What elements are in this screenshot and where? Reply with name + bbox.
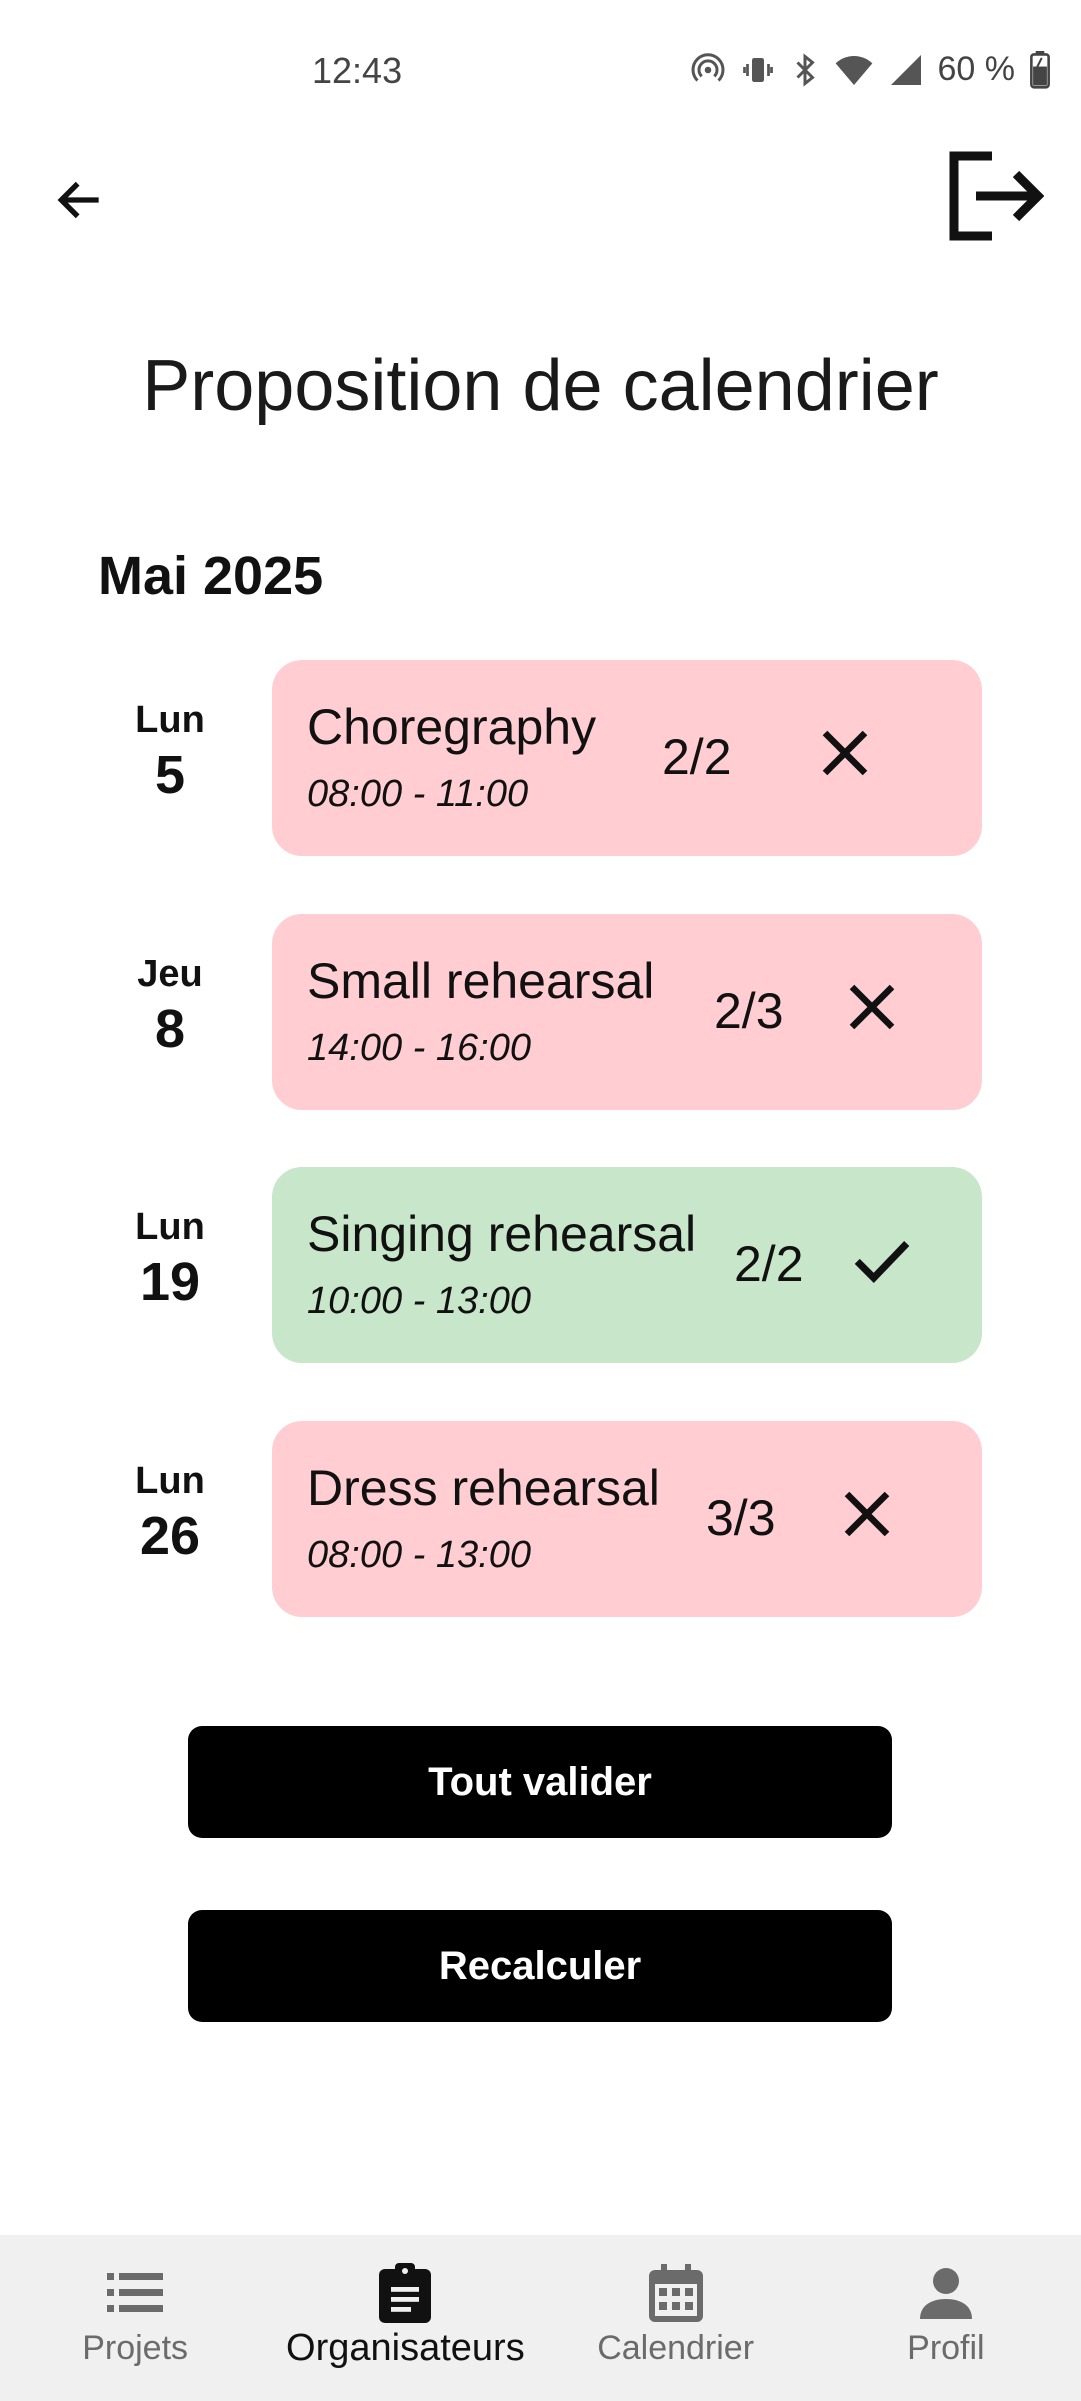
event-time: 08:00 - 11:00 xyxy=(307,773,529,815)
nav-item-organisateurs[interactable]: Organisateurs xyxy=(270,2235,540,2401)
day-name: Lun xyxy=(135,1460,205,1502)
back-button[interactable] xyxy=(40,162,120,242)
arrow-left-icon xyxy=(52,172,108,233)
event-date: Jeu 8 xyxy=(100,952,240,1062)
accept-button[interactable] xyxy=(847,1227,917,1297)
day-name: Lun xyxy=(135,1206,205,1248)
day-number: 8 xyxy=(154,999,186,1059)
reject-button[interactable] xyxy=(810,720,880,790)
event-name: Dress rehearsal xyxy=(307,1460,660,1516)
nav-item-calendrier[interactable]: Calendrier xyxy=(541,2235,811,2401)
day-number: 19 xyxy=(139,1252,201,1312)
event-date: Lun 19 xyxy=(100,1205,240,1315)
validate-all-button[interactable]: Tout valider xyxy=(188,1726,892,1838)
nav-label: Projets xyxy=(82,2329,189,2367)
event-row: Lun 26 Dress rehearsal 08:00 - 13:00 3/3 xyxy=(0,1421,1081,1617)
status-bar: 12:43 60 % xyxy=(0,0,1081,140)
screen: 12:43 60 % Proposition de calendrier Mai… xyxy=(0,0,1081,2401)
logout-button[interactable] xyxy=(941,148,1051,248)
clipboard-icon xyxy=(379,2263,432,2323)
day-name: Jeu xyxy=(137,953,203,995)
close-icon xyxy=(842,977,902,1042)
event-card[interactable]: Singing rehearsal 10:00 - 13:00 2/2 xyxy=(272,1167,982,1363)
signal-icon xyxy=(888,52,924,88)
nav-label: Profil xyxy=(907,2329,985,2367)
top-bar xyxy=(0,140,1081,250)
close-icon xyxy=(837,1484,897,1549)
calendar-icon xyxy=(648,2263,703,2323)
close-icon xyxy=(815,723,875,788)
event-count: 2/3 xyxy=(714,983,784,1039)
battery-icon xyxy=(1029,50,1051,89)
event-count: 2/2 xyxy=(662,729,732,785)
reject-button[interactable] xyxy=(832,1481,902,1551)
hotspot-icon xyxy=(690,52,726,88)
event-row: Lun 19 Singing rehearsal 10:00 - 13:00 2… xyxy=(0,1167,1081,1363)
month-label: Mai 2025 xyxy=(98,546,324,606)
event-card[interactable]: Dress rehearsal 08:00 - 13:00 3/3 xyxy=(272,1421,982,1617)
event-name: Choregraphy xyxy=(307,699,597,755)
battery-label: 60 % xyxy=(937,50,1016,88)
status-icons: 60 % xyxy=(690,50,1052,89)
person-icon xyxy=(919,2263,972,2323)
nav-item-projets[interactable]: Projets xyxy=(0,2235,270,2401)
event-row: Jeu 8 Small rehearsal 14:00 - 16:00 2/3 xyxy=(0,914,1081,1110)
event-name: Singing rehearsal xyxy=(307,1206,697,1262)
event-time: 14:00 - 16:00 xyxy=(307,1027,531,1069)
event-date: Lun 26 xyxy=(100,1459,240,1569)
day-number: 5 xyxy=(154,745,186,805)
logout-icon xyxy=(948,150,1045,247)
day-number: 26 xyxy=(139,1506,201,1566)
nav-label: Calendrier xyxy=(597,2329,755,2367)
wifi-icon xyxy=(834,52,874,88)
day-name: Lun xyxy=(135,699,205,741)
event-card[interactable]: Choregraphy 08:00 - 11:00 2/2 xyxy=(272,660,982,856)
event-time: 08:00 - 13:00 xyxy=(307,1534,531,1576)
nav-item-profil[interactable]: Profil xyxy=(811,2235,1081,2401)
vibrate-icon xyxy=(740,52,776,88)
page-title: Proposition de calendrier xyxy=(142,346,939,426)
event-name: Small rehearsal xyxy=(307,953,655,1009)
check-icon xyxy=(849,1227,915,1298)
nav-label: Organisateurs xyxy=(286,2327,525,2369)
event-count: 2/2 xyxy=(734,1236,804,1292)
event-count: 3/3 xyxy=(706,1490,776,1546)
event-row: Lun 5 Choregraphy 08:00 - 11:00 2/2 xyxy=(0,660,1081,856)
list-icon xyxy=(107,2263,164,2323)
recalculate-button[interactable]: Recalculer xyxy=(188,1910,892,2022)
status-time: 12:43 xyxy=(312,50,403,91)
event-card[interactable]: Small rehearsal 14:00 - 16:00 2/3 xyxy=(272,914,982,1110)
bluetooth-icon xyxy=(790,52,820,88)
event-time: 10:00 - 13:00 xyxy=(307,1280,531,1322)
reject-button[interactable] xyxy=(837,974,907,1044)
event-date: Lun 5 xyxy=(100,698,240,808)
bottom-nav: Projets Organisateurs Calendrier Profil xyxy=(0,2235,1081,2401)
